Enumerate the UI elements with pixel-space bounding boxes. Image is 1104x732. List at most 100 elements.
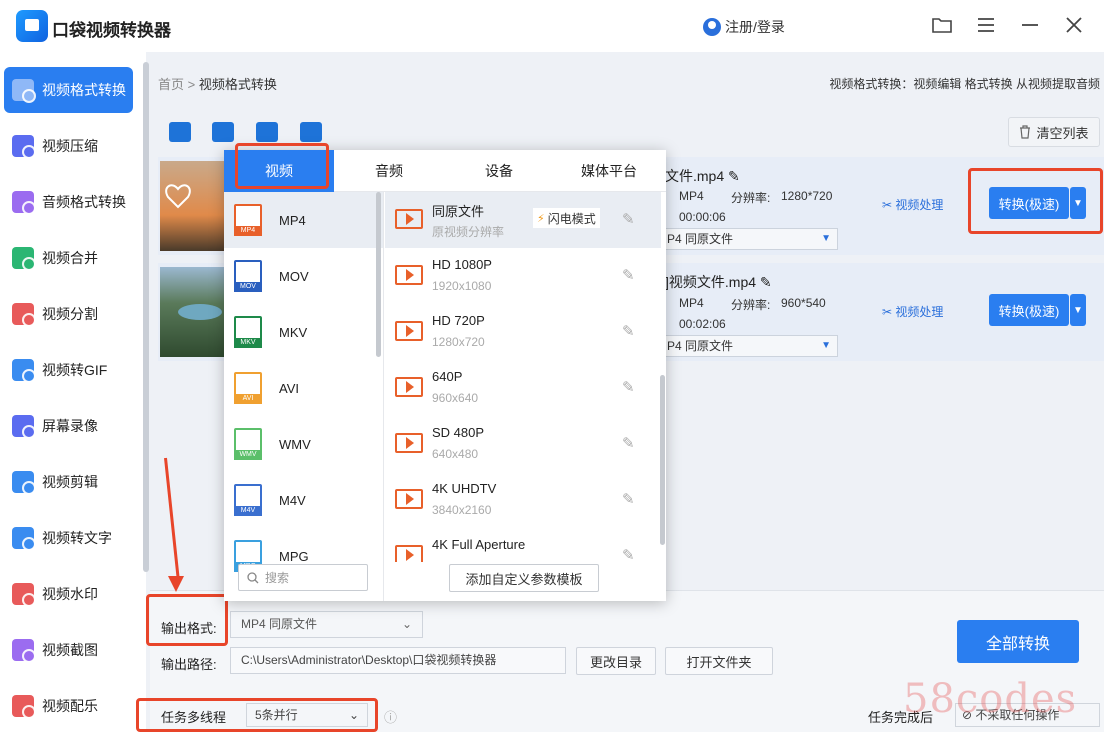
sidebar-scrollbar[interactable] — [143, 62, 149, 572]
sidebar-item-label: 视频剪辑 — [42, 474, 98, 490]
info-icon[interactable]: ⓘ — [384, 707, 397, 726]
format-item-m4v[interactable]: M4V M4V — [224, 472, 383, 528]
format-label: MKV — [279, 324, 308, 340]
resolution-item[interactable]: 同原文件 原视频分辨率 ⚡ 闪电模式 ✎ — [385, 192, 661, 248]
rename-icon[interactable]: ✎ — [728, 168, 740, 184]
open-folder-button[interactable]: 打开文件夹 — [665, 647, 773, 675]
flash-mode-badge: ⚡ 闪电模式 — [533, 208, 600, 228]
sidebar-item-audio-convert[interactable]: 音频格式转换 — [4, 179, 133, 225]
tab-audio[interactable]: 音频 — [334, 150, 444, 192]
output-format-select[interactable]: MP4 同原文件 ⌄ — [230, 611, 423, 638]
video-convert-icon — [12, 79, 36, 103]
format-item-mov[interactable]: MOV MOV — [224, 248, 383, 304]
edit-icon[interactable]: ✎ — [622, 434, 635, 452]
breadcrumb-home[interactable]: 首页 — [158, 77, 184, 92]
folder-icon[interactable] — [930, 14, 954, 38]
resolution-item[interactable]: 4K UHDTV 3840x2160 ✎ — [385, 472, 661, 528]
app-logo — [16, 10, 48, 42]
edit-icon[interactable]: ✎ — [622, 378, 635, 396]
close-icon[interactable] — [1062, 14, 1086, 38]
video-thumbnail — [160, 267, 228, 357]
watermark-icon — [12, 583, 36, 607]
mp4-file-icon: MP4 — [234, 204, 262, 236]
tab-media-platform[interactable]: 媒体平台 — [554, 150, 664, 192]
format-item-mkv[interactable]: MKV MKV — [224, 304, 383, 360]
format-label: MOV — [279, 268, 309, 284]
format-item-mp4[interactable]: MP4 MP4 — [224, 192, 383, 248]
resolution-item[interactable]: 4K Full Aperture ✎ — [385, 528, 661, 562]
add-folder-icon[interactable] — [212, 122, 234, 142]
menu-icon[interactable] — [974, 14, 998, 38]
clear-list-button[interactable]: 清空列表 — [1008, 117, 1100, 147]
sidebar-item-merge[interactable]: 视频合并 — [4, 235, 133, 281]
edit-icon[interactable]: ✎ — [622, 490, 635, 508]
add-template-button[interactable]: 添加自定义参数模板 — [449, 564, 599, 592]
format-search-input[interactable]: 搜索 — [238, 564, 368, 591]
video-process-link[interactable]: ✂ 视频处理 — [882, 303, 943, 320]
format-item-avi[interactable]: AVI AVI — [224, 360, 383, 416]
sidebar-item-label: 视频格式转换 — [42, 82, 126, 98]
breadcrumb: 首页 > 视频格式转换 — [158, 74, 277, 93]
video-process-link[interactable]: ✂ 视频处理 — [882, 196, 943, 213]
sidebar-item-label: 视频配乐 — [42, 698, 98, 714]
scissors-icon: ✂ — [882, 198, 896, 212]
sidebar-item-label: 屏幕录像 — [42, 418, 98, 434]
sidebar-item-to-text[interactable]: 视频转文字 — [4, 515, 133, 561]
video-film-icon — [395, 433, 423, 453]
sidebar-item-label: 视频分割 — [42, 306, 98, 322]
edit-icon[interactable]: ✎ — [622, 210, 635, 228]
sidebar-item-screen-record[interactable]: 屏幕录像 — [4, 403, 133, 449]
duration: 00:02:06 — [679, 317, 726, 331]
to-text-icon — [12, 527, 36, 551]
format-list-scrollbar[interactable] — [376, 192, 381, 357]
sidebar-item-screenshot[interactable]: 视频截图 — [4, 627, 133, 673]
file-output-select[interactable]: P4 同原文件 ▼ — [662, 335, 838, 357]
rename-icon[interactable]: ✎ — [760, 274, 772, 290]
sidebar-item-label: 视频水印 — [42, 586, 98, 602]
minimize-icon[interactable] — [1018, 14, 1042, 38]
edit-icon[interactable]: ✎ — [622, 266, 635, 284]
file-output-select[interactable]: P4 同原文件 ▼ — [662, 228, 838, 250]
sidebar-item-format-convert[interactable]: 视频格式转换 — [4, 67, 133, 113]
mov-file-icon: MOV — [234, 260, 262, 292]
tab-device[interactable]: 设备 — [444, 150, 554, 192]
breadcrumb-separator: > — [187, 77, 196, 92]
resolution-list-scrollbar[interactable] — [660, 375, 665, 545]
sidebar-item-compress[interactable]: 视频压缩 — [4, 123, 133, 169]
login-link[interactable]: 注册/登录 — [703, 17, 785, 37]
resolution-value: 1280*720 — [781, 189, 833, 203]
resolution-item[interactable]: HD 720P 1280x720 ✎ — [385, 304, 661, 360]
change-dir-button[interactable]: 更改目录 — [576, 647, 656, 675]
convert-all-button[interactable]: 全部转换 — [957, 620, 1079, 663]
resolution-item[interactable]: SD 480P 640x480 ✎ — [385, 416, 661, 472]
breadcrumb-current: 视频格式转换 — [198, 77, 277, 92]
convert-dropdown-icon[interactable]: ▼ — [1070, 294, 1086, 326]
format-label: WMV — [279, 436, 311, 452]
m3u8-icon[interactable] — [300, 122, 322, 142]
add-file-icon[interactable] — [169, 122, 191, 142]
sidebar-item-edit[interactable]: 视频剪辑 — [4, 459, 133, 505]
convert-button[interactable]: 转换(极速) — [989, 294, 1069, 326]
sidebar-item-split[interactable]: 视频分割 — [4, 291, 133, 337]
edit-icon[interactable]: ✎ — [622, 322, 635, 340]
login-label: 注册/登录 — [725, 19, 785, 35]
sidebar-item-music[interactable]: 视频配乐 — [4, 683, 133, 729]
video-film-icon — [395, 209, 423, 229]
video-film-icon — [395, 489, 423, 509]
resolution-item[interactable]: HD 1080P 1920x1080 ✎ — [385, 248, 661, 304]
sidebar-item-label: 音频格式转换 — [42, 194, 126, 210]
resolution-label: 分辨率: — [731, 298, 771, 312]
highlight-threads — [136, 698, 378, 732]
trash-icon — [1020, 125, 1031, 139]
format-item-wmv[interactable]: WMV WMV — [224, 416, 383, 472]
sidebar-item-watermark[interactable]: 视频水印 — [4, 571, 133, 617]
edit-icon[interactable]: ✎ — [622, 546, 635, 562]
compress-icon — [12, 135, 36, 159]
add-device-icon[interactable] — [256, 122, 278, 142]
sidebar-item-label: 视频转文字 — [42, 530, 112, 546]
annotation-arrow-head — [168, 576, 184, 592]
sidebar-item-label: 视频压缩 — [42, 138, 98, 154]
sidebar-item-gif[interactable]: 视频转GIF — [4, 347, 133, 393]
output-path-field[interactable]: C:\Users\Administrator\Desktop\口袋视频转换器 — [230, 647, 566, 674]
resolution-item[interactable]: 640P 960x640 ✎ — [385, 360, 661, 416]
